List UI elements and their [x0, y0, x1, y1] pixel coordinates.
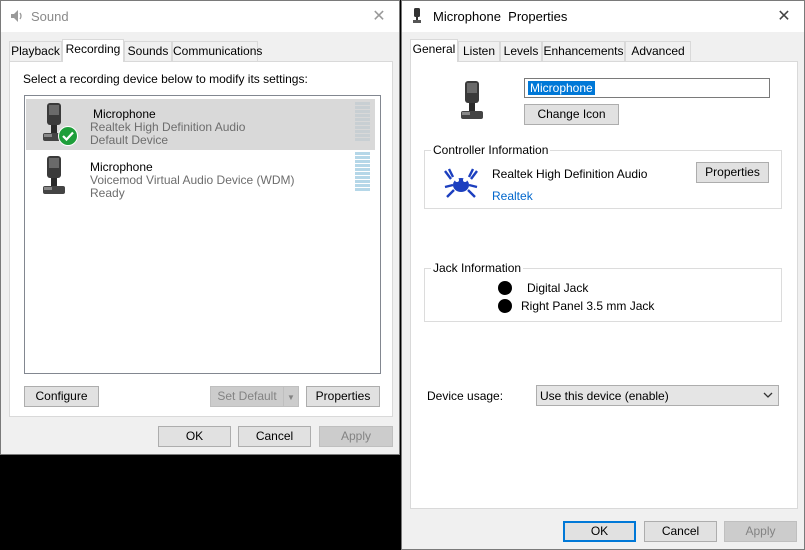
- tab-recording[interactable]: Recording: [62, 39, 124, 62]
- tab-playback[interactable]: Playback: [9, 41, 62, 61]
- level-meter: [355, 102, 370, 142]
- device-driver: Realtek High Definition Audio: [90, 120, 246, 134]
- controller-info-label: Controller Information: [431, 143, 551, 157]
- general-tab-panel: Microphone Change Icon Controller Inform…: [410, 61, 798, 509]
- sound-tab-panel: Select a recording device below to modif…: [9, 61, 393, 417]
- device-usage-label: Device usage:: [427, 389, 504, 403]
- controller-info-group: Controller Information Realtek High Defi…: [424, 143, 782, 209]
- properties-window-title: Microphone Properties: [433, 9, 568, 24]
- cancel-button[interactable]: Cancel: [238, 426, 311, 447]
- close-icon[interactable]: ✕: [359, 1, 399, 32]
- device-name: Microphone: [93, 107, 156, 121]
- tab-general[interactable]: General: [410, 39, 458, 62]
- close-icon[interactable]: ✕: [764, 1, 804, 32]
- device-name: Microphone: [90, 160, 153, 174]
- apply-button[interactable]: Apply: [319, 426, 393, 447]
- tab-advanced[interactable]: Advanced: [625, 41, 691, 61]
- tab-enhancements[interactable]: Enhancements: [542, 41, 625, 61]
- ok-button[interactable]: OK: [158, 426, 231, 447]
- microphone-icon: [411, 8, 423, 27]
- device-driver: Voicemod Virtual Audio Device (WDM): [90, 173, 295, 187]
- ok-button[interactable]: OK: [563, 521, 636, 542]
- device-name-value: Microphone: [528, 81, 595, 95]
- sound-window: Sound ✕ Playback Recording Sounds Commun…: [0, 0, 400, 455]
- sound-window-title: Sound: [31, 9, 69, 24]
- jack-item: Right Panel 3.5 mm Jack: [521, 299, 655, 313]
- properties-window: Microphone Properties ✕ General Listen L…: [401, 0, 805, 550]
- tab-sounds[interactable]: Sounds: [124, 41, 172, 61]
- jack-info-label: Jack Information: [431, 261, 524, 275]
- device-list[interactable]: Microphone Realtek High Definition Audio…: [24, 95, 381, 374]
- jack-info-group: Jack Information Digital Jack Right Pane…: [424, 261, 782, 322]
- change-icon-button[interactable]: Change Icon: [524, 104, 619, 125]
- controller-properties-button[interactable]: Properties: [696, 162, 769, 183]
- device-item-voicemod-microphone[interactable]: Microphone Voicemod Virtual Audio Device…: [26, 152, 375, 202]
- device-name-input[interactable]: Microphone: [524, 78, 770, 98]
- jack-color-dot: [498, 281, 512, 295]
- device-status: Ready: [90, 186, 125, 200]
- properties-tab-strip: General Listen Levels Enhancements Advan…: [410, 39, 700, 62]
- apply-button[interactable]: Apply: [724, 521, 797, 542]
- tab-levels[interactable]: Levels: [500, 41, 542, 61]
- check-icon: [58, 126, 78, 149]
- device-status: Default Device: [90, 133, 169, 147]
- properties-button[interactable]: Properties: [306, 386, 380, 407]
- instruction-text: Select a recording device below to modif…: [23, 72, 308, 86]
- microphone-icon: [38, 154, 76, 203]
- configure-button[interactable]: Configure: [24, 386, 99, 407]
- properties-titlebar[interactable]: Microphone Properties ✕: [402, 1, 804, 32]
- sound-titlebar[interactable]: Sound ✕: [1, 1, 399, 32]
- realtek-link[interactable]: Realtek: [492, 189, 533, 203]
- sound-app-icon: [10, 9, 24, 26]
- device-item-realtek-microphone[interactable]: Microphone Realtek High Definition Audio…: [26, 99, 375, 150]
- tab-communications[interactable]: Communications: [172, 41, 262, 61]
- chevron-down-icon: [763, 388, 773, 405]
- cancel-button[interactable]: Cancel: [644, 521, 717, 542]
- sound-tab-strip: Playback Recording Sounds Communications: [9, 39, 269, 62]
- set-default-dropdown[interactable]: ▼: [283, 386, 299, 407]
- jack-color-dot: [498, 299, 512, 313]
- set-default-button[interactable]: Set Default: [210, 386, 284, 407]
- realtek-crab-icon: [443, 167, 479, 202]
- device-usage-value: Use this device (enable): [540, 389, 669, 403]
- device-usage-select[interactable]: Use this device (enable): [536, 385, 779, 406]
- controller-name: Realtek High Definition Audio: [492, 167, 648, 181]
- tab-listen[interactable]: Listen: [458, 41, 500, 61]
- level-meter: [355, 152, 370, 192]
- chevron-down-icon: ▼: [287, 393, 295, 402]
- jack-item: Digital Jack: [527, 281, 589, 295]
- microphone-icon: [456, 79, 494, 128]
